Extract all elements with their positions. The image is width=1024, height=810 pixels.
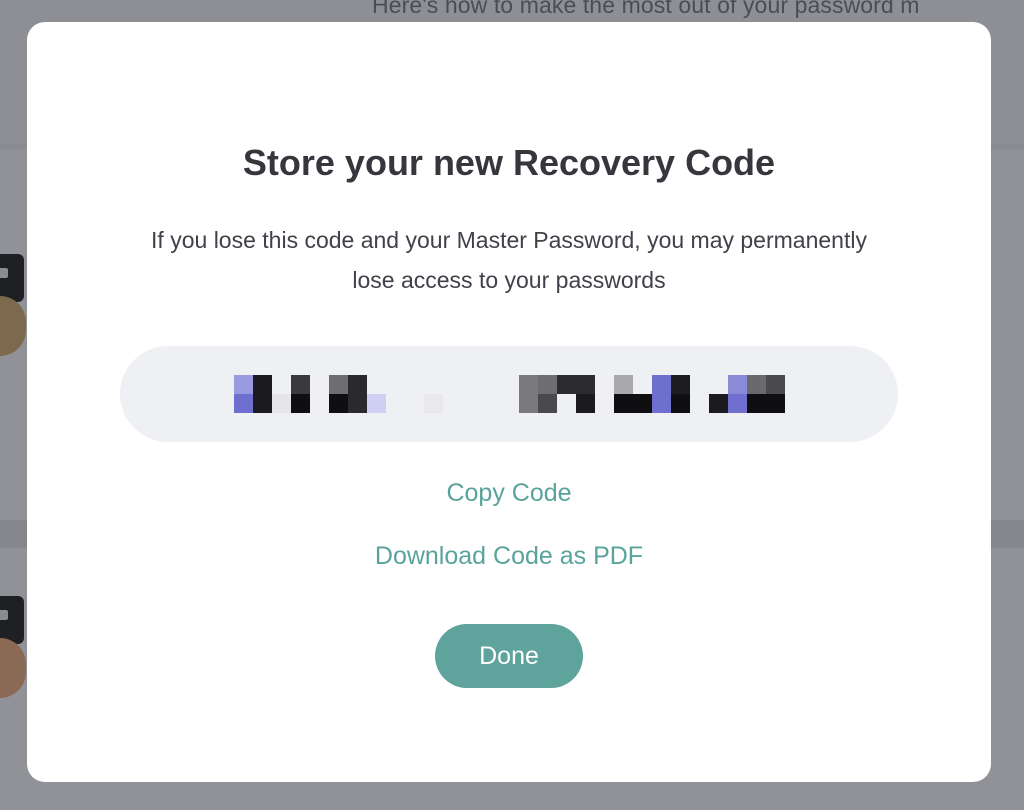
code-pixel	[670, 375, 690, 394]
code-pixel	[347, 375, 367, 394]
code-pixel	[746, 375, 766, 394]
background-illustration	[0, 592, 30, 712]
code-pixel	[746, 394, 766, 413]
code-pixel	[252, 375, 272, 394]
illustration-frame	[0, 596, 24, 644]
code-pixel	[366, 394, 386, 413]
code-pixel	[518, 375, 538, 394]
code-pixel	[233, 394, 253, 413]
code-pixel	[575, 375, 595, 394]
illustration-shape	[0, 638, 26, 698]
code-pixel	[765, 394, 785, 413]
illustration-shape	[0, 296, 26, 356]
code-pixel	[727, 375, 747, 394]
code-pixel	[233, 375, 253, 394]
copy-code-link[interactable]: Copy Code	[27, 479, 991, 508]
code-pixel	[613, 375, 633, 394]
code-pixel	[651, 394, 671, 413]
illustration-frame	[0, 254, 24, 302]
code-pixel	[613, 394, 633, 413]
background-illustration	[0, 250, 30, 360]
modal-title: Store your new Recovery Code	[242, 142, 776, 183]
download-code-pdf-link[interactable]: Download Code as PDF	[27, 542, 991, 571]
code-pixel	[708, 394, 728, 413]
code-pixel	[632, 394, 652, 413]
code-pixel	[423, 394, 443, 413]
code-pixel	[670, 394, 690, 413]
code-pixel	[328, 394, 348, 413]
code-pixel	[651, 375, 671, 394]
code-pixel	[328, 375, 348, 394]
code-pixel	[518, 394, 538, 413]
background-hint-text: Here's how to make the most out of your …	[372, 0, 920, 18]
recovery-code-modal: Store your new Recovery Code If you lose…	[27, 22, 991, 782]
recovery-code-value-redacted	[120, 346, 898, 442]
code-pixel	[271, 394, 291, 413]
code-pixel	[290, 375, 310, 394]
modal-description: If you lose this code and your Master Pa…	[151, 227, 867, 293]
code-pixel	[537, 375, 557, 394]
code-pixel	[765, 375, 785, 394]
code-pixel	[252, 394, 272, 413]
recovery-code-field	[120, 346, 898, 442]
code-pixel	[575, 394, 595, 413]
code-pixel	[556, 375, 576, 394]
done-button[interactable]: Done	[435, 624, 583, 688]
code-pixel	[537, 394, 557, 413]
code-pixel	[727, 394, 747, 413]
code-pixel	[290, 394, 310, 413]
code-pixel	[347, 394, 367, 413]
